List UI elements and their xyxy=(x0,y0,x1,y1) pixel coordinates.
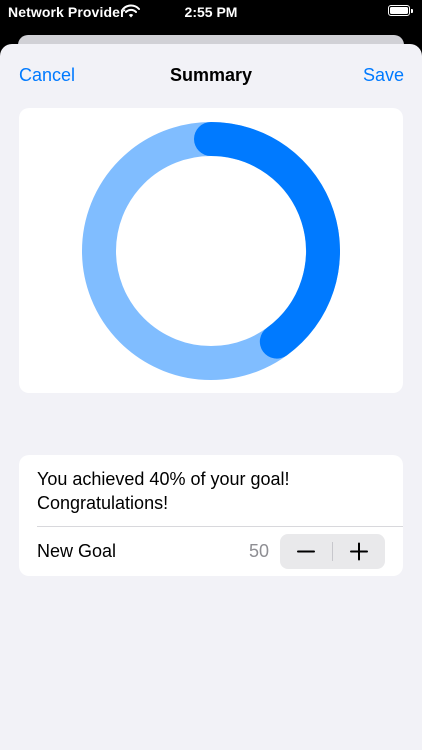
new-goal-label: New Goal xyxy=(37,541,117,561)
progress-card xyxy=(19,108,403,393)
goal-stepper[interactable] xyxy=(280,534,385,569)
increment-button[interactable] xyxy=(333,534,385,569)
plus-icon xyxy=(350,542,368,561)
battery-cap xyxy=(411,8,413,13)
save-button[interactable]: Save xyxy=(363,65,404,86)
battery-icon xyxy=(388,5,410,16)
decrement-button[interactable] xyxy=(280,534,332,569)
new-goal-value: 50 xyxy=(248,541,269,561)
status-time: 2:55 PM xyxy=(184,4,238,20)
progress-ring xyxy=(82,122,340,380)
summary-sheet: Cancel Summary Save You achieved 40% of … xyxy=(0,44,422,750)
progress-ring-arc xyxy=(194,122,340,359)
navigation-bar: Cancel Summary Save xyxy=(0,44,422,108)
summary-card: You achieved 40% of your goal! Congratul… xyxy=(19,455,403,576)
page-title: Summary xyxy=(169,65,253,85)
divider xyxy=(37,526,403,527)
achievement-message: You achieved 40% of your goal! Congratul… xyxy=(37,469,290,513)
status-bar: Network Provider 2:55 PM xyxy=(0,0,422,26)
minus-icon xyxy=(297,550,315,553)
